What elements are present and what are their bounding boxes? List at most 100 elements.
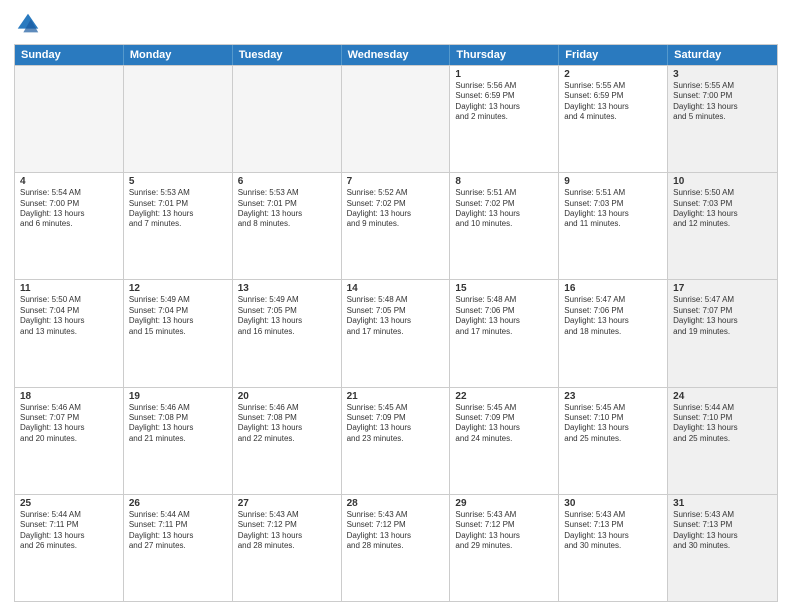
cal-cell: 2Sunrise: 5:55 AM Sunset: 6:59 PM Daylig… [559,66,668,172]
cal-cell: 19Sunrise: 5:46 AM Sunset: 7:08 PM Dayli… [124,388,233,494]
cal-row: 4Sunrise: 5:54 AM Sunset: 7:00 PM Daylig… [15,172,777,279]
cal-cell: 4Sunrise: 5:54 AM Sunset: 7:00 PM Daylig… [15,173,124,279]
day-number: 27 [238,498,336,509]
cal-cell [233,66,342,172]
cell-text: Sunrise: 5:48 AM Sunset: 7:05 PM Dayligh… [347,295,445,337]
cell-text: Sunrise: 5:45 AM Sunset: 7:09 PM Dayligh… [455,403,553,445]
cal-cell: 26Sunrise: 5:44 AM Sunset: 7:11 PM Dayli… [124,495,233,601]
day-number: 28 [347,498,445,509]
cal-cell: 1Sunrise: 5:56 AM Sunset: 6:59 PM Daylig… [450,66,559,172]
day-number: 14 [347,283,445,294]
day-number: 22 [455,391,553,402]
day-number: 4 [20,176,118,187]
day-number: 9 [564,176,662,187]
day-number: 29 [455,498,553,509]
cal-cell: 9Sunrise: 5:51 AM Sunset: 7:03 PM Daylig… [559,173,668,279]
cell-text: Sunrise: 5:43 AM Sunset: 7:12 PM Dayligh… [238,510,336,552]
cal-cell: 16Sunrise: 5:47 AM Sunset: 7:06 PM Dayli… [559,280,668,386]
day-number: 1 [455,69,553,80]
cal-cell: 27Sunrise: 5:43 AM Sunset: 7:12 PM Dayli… [233,495,342,601]
day-number: 20 [238,391,336,402]
cell-text: Sunrise: 5:46 AM Sunset: 7:08 PM Dayligh… [238,403,336,445]
cal-cell: 14Sunrise: 5:48 AM Sunset: 7:05 PM Dayli… [342,280,451,386]
cal-header-cell: Saturday [668,45,777,65]
logo [14,10,46,38]
cell-text: Sunrise: 5:51 AM Sunset: 7:03 PM Dayligh… [564,188,662,230]
cell-text: Sunrise: 5:43 AM Sunset: 7:12 PM Dayligh… [347,510,445,552]
cell-text: Sunrise: 5:54 AM Sunset: 7:00 PM Dayligh… [20,188,118,230]
cal-cell: 11Sunrise: 5:50 AM Sunset: 7:04 PM Dayli… [15,280,124,386]
calendar: SundayMondayTuesdayWednesdayThursdayFrid… [14,44,778,602]
cal-cell: 6Sunrise: 5:53 AM Sunset: 7:01 PM Daylig… [233,173,342,279]
day-number: 24 [673,391,772,402]
day-number: 16 [564,283,662,294]
day-number: 21 [347,391,445,402]
cal-cell: 12Sunrise: 5:49 AM Sunset: 7:04 PM Dayli… [124,280,233,386]
cal-cell: 18Sunrise: 5:46 AM Sunset: 7:07 PM Dayli… [15,388,124,494]
cal-header-cell: Wednesday [342,45,451,65]
cal-row: 1Sunrise: 5:56 AM Sunset: 6:59 PM Daylig… [15,65,777,172]
logo-icon [14,10,42,38]
cal-cell: 29Sunrise: 5:43 AM Sunset: 7:12 PM Dayli… [450,495,559,601]
cal-cell: 25Sunrise: 5:44 AM Sunset: 7:11 PM Dayli… [15,495,124,601]
cell-text: Sunrise: 5:49 AM Sunset: 7:04 PM Dayligh… [129,295,227,337]
cell-text: Sunrise: 5:52 AM Sunset: 7:02 PM Dayligh… [347,188,445,230]
cal-cell: 15Sunrise: 5:48 AM Sunset: 7:06 PM Dayli… [450,280,559,386]
cell-text: Sunrise: 5:47 AM Sunset: 7:07 PM Dayligh… [673,295,772,337]
day-number: 23 [564,391,662,402]
cal-cell: 10Sunrise: 5:50 AM Sunset: 7:03 PM Dayli… [668,173,777,279]
cal-cell: 20Sunrise: 5:46 AM Sunset: 7:08 PM Dayli… [233,388,342,494]
cal-cell: 24Sunrise: 5:44 AM Sunset: 7:10 PM Dayli… [668,388,777,494]
cell-text: Sunrise: 5:55 AM Sunset: 7:00 PM Dayligh… [673,81,772,123]
cal-cell: 23Sunrise: 5:45 AM Sunset: 7:10 PM Dayli… [559,388,668,494]
cal-cell: 8Sunrise: 5:51 AM Sunset: 7:02 PM Daylig… [450,173,559,279]
day-number: 10 [673,176,772,187]
header [14,10,778,38]
day-number: 17 [673,283,772,294]
cal-cell: 13Sunrise: 5:49 AM Sunset: 7:05 PM Dayli… [233,280,342,386]
day-number: 7 [347,176,445,187]
day-number: 31 [673,498,772,509]
cal-cell [15,66,124,172]
cal-header-cell: Sunday [15,45,124,65]
day-number: 3 [673,69,772,80]
cal-cell: 7Sunrise: 5:52 AM Sunset: 7:02 PM Daylig… [342,173,451,279]
day-number: 5 [129,176,227,187]
cell-text: Sunrise: 5:55 AM Sunset: 6:59 PM Dayligh… [564,81,662,123]
day-number: 30 [564,498,662,509]
day-number: 18 [20,391,118,402]
cell-text: Sunrise: 5:53 AM Sunset: 7:01 PM Dayligh… [129,188,227,230]
cal-cell: 28Sunrise: 5:43 AM Sunset: 7:12 PM Dayli… [342,495,451,601]
cell-text: Sunrise: 5:44 AM Sunset: 7:10 PM Dayligh… [673,403,772,445]
cal-header-cell: Monday [124,45,233,65]
cell-text: Sunrise: 5:48 AM Sunset: 7:06 PM Dayligh… [455,295,553,337]
cal-cell: 21Sunrise: 5:45 AM Sunset: 7:09 PM Dayli… [342,388,451,494]
cal-row: 18Sunrise: 5:46 AM Sunset: 7:07 PM Dayli… [15,387,777,494]
cal-cell: 31Sunrise: 5:43 AM Sunset: 7:13 PM Dayli… [668,495,777,601]
cal-row: 25Sunrise: 5:44 AM Sunset: 7:11 PM Dayli… [15,494,777,601]
cell-text: Sunrise: 5:45 AM Sunset: 7:09 PM Dayligh… [347,403,445,445]
cell-text: Sunrise: 5:51 AM Sunset: 7:02 PM Dayligh… [455,188,553,230]
page: SundayMondayTuesdayWednesdayThursdayFrid… [0,0,792,612]
calendar-body: 1Sunrise: 5:56 AM Sunset: 6:59 PM Daylig… [15,65,777,601]
day-number: 15 [455,283,553,294]
day-number: 8 [455,176,553,187]
cell-text: Sunrise: 5:43 AM Sunset: 7:12 PM Dayligh… [455,510,553,552]
day-number: 25 [20,498,118,509]
cal-cell [124,66,233,172]
cell-text: Sunrise: 5:53 AM Sunset: 7:01 PM Dayligh… [238,188,336,230]
cell-text: Sunrise: 5:43 AM Sunset: 7:13 PM Dayligh… [673,510,772,552]
day-number: 12 [129,283,227,294]
day-number: 26 [129,498,227,509]
cal-row: 11Sunrise: 5:50 AM Sunset: 7:04 PM Dayli… [15,279,777,386]
day-number: 2 [564,69,662,80]
cell-text: Sunrise: 5:45 AM Sunset: 7:10 PM Dayligh… [564,403,662,445]
day-number: 6 [238,176,336,187]
cell-text: Sunrise: 5:46 AM Sunset: 7:08 PM Dayligh… [129,403,227,445]
cal-header-cell: Thursday [450,45,559,65]
day-number: 19 [129,391,227,402]
cal-cell: 3Sunrise: 5:55 AM Sunset: 7:00 PM Daylig… [668,66,777,172]
cal-header-cell: Tuesday [233,45,342,65]
cell-text: Sunrise: 5:50 AM Sunset: 7:04 PM Dayligh… [20,295,118,337]
day-number: 11 [20,283,118,294]
